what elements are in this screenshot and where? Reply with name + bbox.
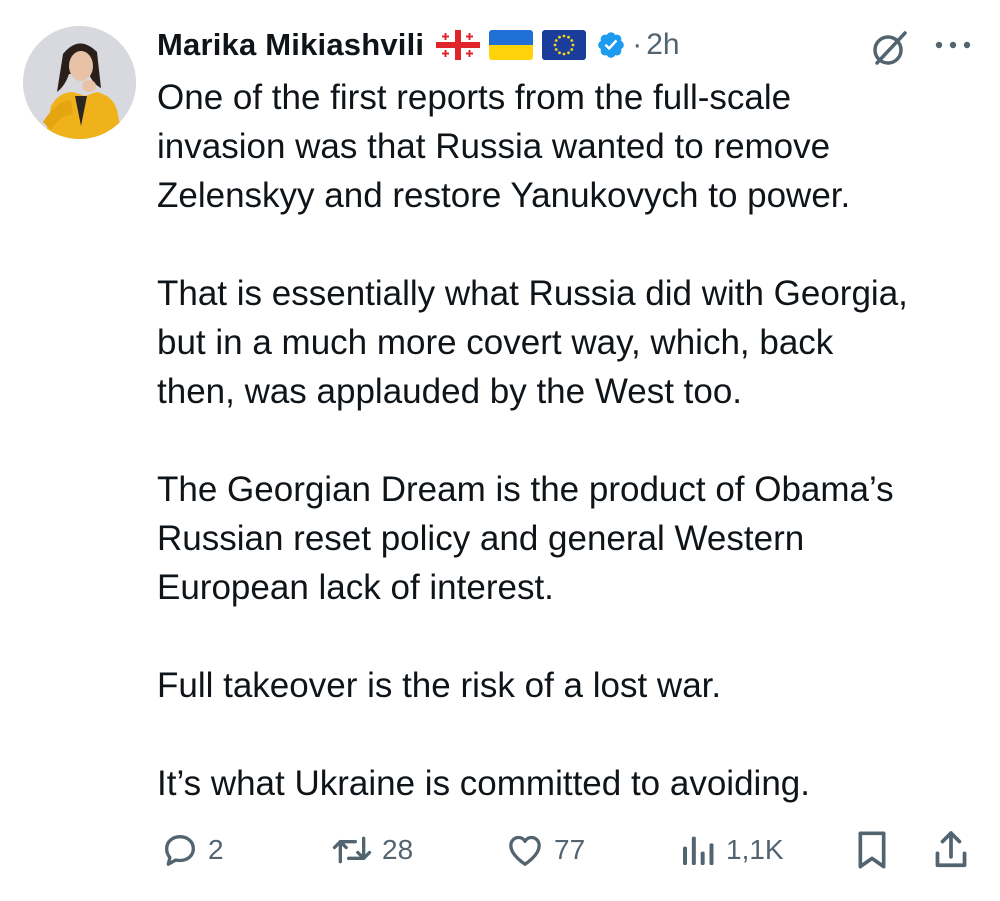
grok-icon[interactable] (868, 26, 912, 70)
tweet-line: European lack of interest. (157, 568, 554, 607)
tweet-timestamp[interactable]: 2h (646, 28, 679, 62)
tweet-line: That is essentially what Russia did with… (157, 274, 908, 313)
views-button[interactable]: 1,1K (678, 826, 784, 874)
ukraine-flag-icon (489, 30, 534, 60)
tweet-line: but in a much more covert way, which, ba… (157, 323, 834, 362)
tweet-line: Full takeover is the risk of a lost war. (157, 666, 722, 705)
reply-count: 2 (208, 834, 224, 865)
more-icon[interactable] (930, 30, 976, 60)
tweet-line: One of the first reports from the full-s… (157, 78, 792, 117)
tweet-line: Zelenskyy and restore Yanukovych to powe… (157, 176, 851, 215)
bookmark-icon (858, 831, 886, 869)
verified-badge-icon (598, 32, 625, 58)
views-icon (683, 836, 714, 865)
header-separator: · (632, 28, 643, 61)
tweet-paragraph: One of the first reports from the full-s… (157, 73, 987, 220)
tweet-line: It’s what Ukraine is committed to avoidi… (157, 764, 810, 803)
tweet-action-bar: 2 28 77 1,1K (0, 826, 1000, 874)
tweet-card[interactable]: Marika Mikiashvili · 2h One of the first… (0, 0, 1000, 901)
tweet-paragraph: That is essentially what Russia did with… (157, 269, 987, 416)
tweet-header: Marika Mikiashvili · 2h (157, 24, 680, 66)
tweet-paragraph: Full takeover is the risk of a lost war. (157, 661, 987, 710)
share-icon (935, 831, 967, 868)
repost-button[interactable]: 28 (330, 826, 413, 874)
tweet-paragraph: The Georgian Dream is the product of Oba… (157, 465, 987, 612)
reply-button[interactable]: 2 (160, 826, 224, 874)
author-display-name[interactable]: Marika Mikiashvili (157, 27, 424, 63)
like-count: 77 (554, 834, 586, 865)
tweet-line: invasion was that Russia wanted to remov… (157, 127, 831, 166)
tweet-line: Russian reset policy and general Western (157, 519, 805, 558)
repost-icon (332, 836, 372, 864)
georgia-flag-icon (436, 30, 481, 60)
eu-flag-icon (542, 30, 587, 60)
author-avatar[interactable] (23, 26, 136, 139)
tweet-text: One of the first reports from the full-s… (157, 73, 987, 857)
share-button[interactable] (930, 826, 972, 874)
tweet-paragraph: It’s what Ukraine is committed to avoidi… (157, 759, 987, 808)
reply-icon (165, 835, 195, 866)
bookmark-button[interactable] (852, 826, 892, 874)
like-button[interactable]: 77 (504, 826, 585, 874)
author-flags (436, 30, 587, 60)
heart-icon (509, 835, 541, 866)
tweet-line: then, was applauded by the West too. (157, 372, 743, 411)
tweet-line: The Georgian Dream is the product of Oba… (157, 470, 894, 509)
repost-count: 28 (382, 834, 414, 865)
views-count: 1,1K (726, 834, 784, 865)
